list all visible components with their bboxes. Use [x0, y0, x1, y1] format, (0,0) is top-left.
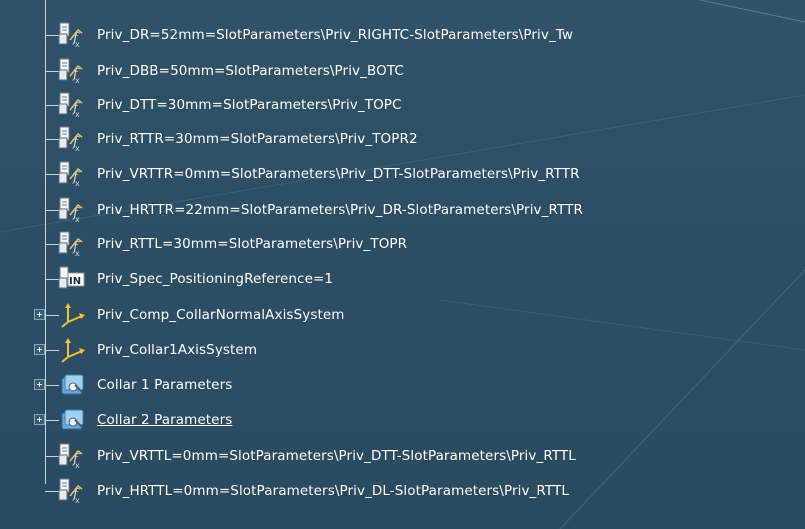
svg-text:x: x	[75, 179, 80, 187]
tree-node-label[interactable]: Priv_VRTTR=0mm=SlotParameters\Priv_DTT-S…	[97, 166, 580, 182]
tree-node[interactable]: f x Priv_DBB=50mm=SlotParameters\Priv_BOTC	[0, 54, 760, 88]
tree-node-label[interactable]: Priv_DTT=30mm=SlotParameters\Priv_TOPC	[97, 97, 402, 113]
axis-system-icon	[58, 302, 88, 328]
tree-branch-line	[45, 420, 59, 421]
expand-node-button[interactable]	[34, 414, 45, 425]
tree-node-label[interactable]: Priv_HRTTR=22mm=SlotParameters\Priv_DR-S…	[97, 202, 583, 218]
tree-node-label[interactable]: Priv_DBB=50mm=SlotParameters\Priv_BOTC	[97, 63, 404, 79]
tree-node-label[interactable]: Priv_Spec_PositioningReference=1	[97, 271, 333, 287]
formula-icon: fx	[56, 197, 86, 224]
tree-node-label[interactable]: Priv_Comp_CollarNormalAxisSystem	[97, 307, 345, 323]
tree-node[interactable]: f x Priv_HRTTL=0mm=SlotParameters\Priv_DL-…	[0, 474, 760, 508]
tree-node-label[interactable]: Priv_DR=52mm=SlotParameters\Priv_RIGHTC-…	[97, 27, 573, 43]
tree-node-label[interactable]: Collar 1 Parameters	[97, 377, 232, 393]
formula-icon: fx	[56, 92, 86, 119]
tree-branch-line	[45, 385, 59, 386]
parameter-set-icon	[58, 407, 88, 433]
tree-node-label[interactable]: Priv_Collar1AxisSystem	[97, 342, 257, 358]
tree-branch-line	[45, 315, 59, 316]
tree-branch-line	[45, 350, 59, 351]
tree-node[interactable]: Collar 1 Parameters	[0, 368, 760, 402]
tree-node-label[interactable]: Collar 2 Parameters	[97, 412, 232, 428]
svg-text:x: x	[75, 144, 80, 152]
specification-tree: f x Priv_DR=52mm=SlotParameters\Priv_RIGHT…	[0, 0, 805, 529]
tree-node-label[interactable]: Priv_RTTR=30mm=SlotParameters\Priv_TOPR2	[97, 131, 418, 147]
3d-viewport-background: f x Priv_DR=52mm=SlotParameters\Priv_RIGHT…	[0, 0, 805, 529]
svg-text:x: x	[75, 76, 80, 84]
svg-text:x: x	[75, 40, 80, 48]
formula-icon: fx	[56, 58, 86, 85]
formula-icon: fx	[56, 22, 86, 49]
svg-text:x: x	[75, 496, 80, 504]
svg-text:x: x	[75, 110, 80, 118]
expand-node-button[interactable]	[34, 344, 45, 355]
svg-text:x: x	[75, 215, 80, 223]
tree-node[interactable]: f x Priv_HRTTR=22mm=SlotParameters\Priv_DR…	[0, 193, 760, 227]
tree-node[interactable]: Collar 2 Parameters	[0, 403, 760, 437]
expand-node-button[interactable]	[34, 309, 45, 320]
tree-node[interactable]: f x Priv_RTTR=30mm=SlotParameters\Priv_TOP…	[0, 122, 760, 156]
axis-system-icon	[58, 337, 88, 363]
svg-text:IN: IN	[69, 276, 81, 287]
tree-node[interactable]: IN Priv_Spec_PositioningReference=1	[0, 262, 760, 296]
parameter-set-icon	[58, 372, 88, 398]
integer-parameter-icon: IN	[56, 266, 86, 292]
formula-icon: fx	[56, 161, 86, 188]
formula-icon: fx	[56, 478, 86, 505]
tree-node[interactable]: f x Priv_DR=52mm=SlotParameters\Priv_RIGHT…	[0, 18, 760, 52]
svg-text:x: x	[75, 249, 80, 257]
formula-icon: fx	[56, 443, 86, 470]
tree-node[interactable]: Priv_Collar1AxisSystem	[0, 333, 760, 367]
svg-text:x: x	[75, 461, 80, 469]
tree-node[interactable]: f x Priv_RTTL=30mm=SlotParameters\Priv_TOP…	[0, 227, 760, 261]
tree-node-label[interactable]: Priv_HRTTL=0mm=SlotParameters\Priv_DL-Sl…	[97, 483, 569, 499]
formula-icon: fx	[56, 231, 86, 258]
formula-icon: fx	[56, 126, 86, 153]
tree-node-label[interactable]: Priv_VRTTL=0mm=SlotParameters\Priv_DTT-S…	[97, 448, 576, 464]
expand-node-button[interactable]	[34, 379, 45, 390]
tree-node[interactable]: f x Priv_DTT=30mm=SlotParameters\Priv_TOPC	[0, 88, 760, 122]
tree-node-label[interactable]: Priv_RTTL=30mm=SlotParameters\Priv_TOPR	[97, 236, 407, 252]
tree-node[interactable]: f x Priv_VRTTR=0mm=SlotParameters\Priv_DTT…	[0, 157, 760, 191]
tree-node[interactable]: f x Priv_VRTTL=0mm=SlotParameters\Priv_DTT…	[0, 439, 760, 473]
tree-node[interactable]: Priv_Comp_CollarNormalAxisSystem	[0, 298, 760, 332]
